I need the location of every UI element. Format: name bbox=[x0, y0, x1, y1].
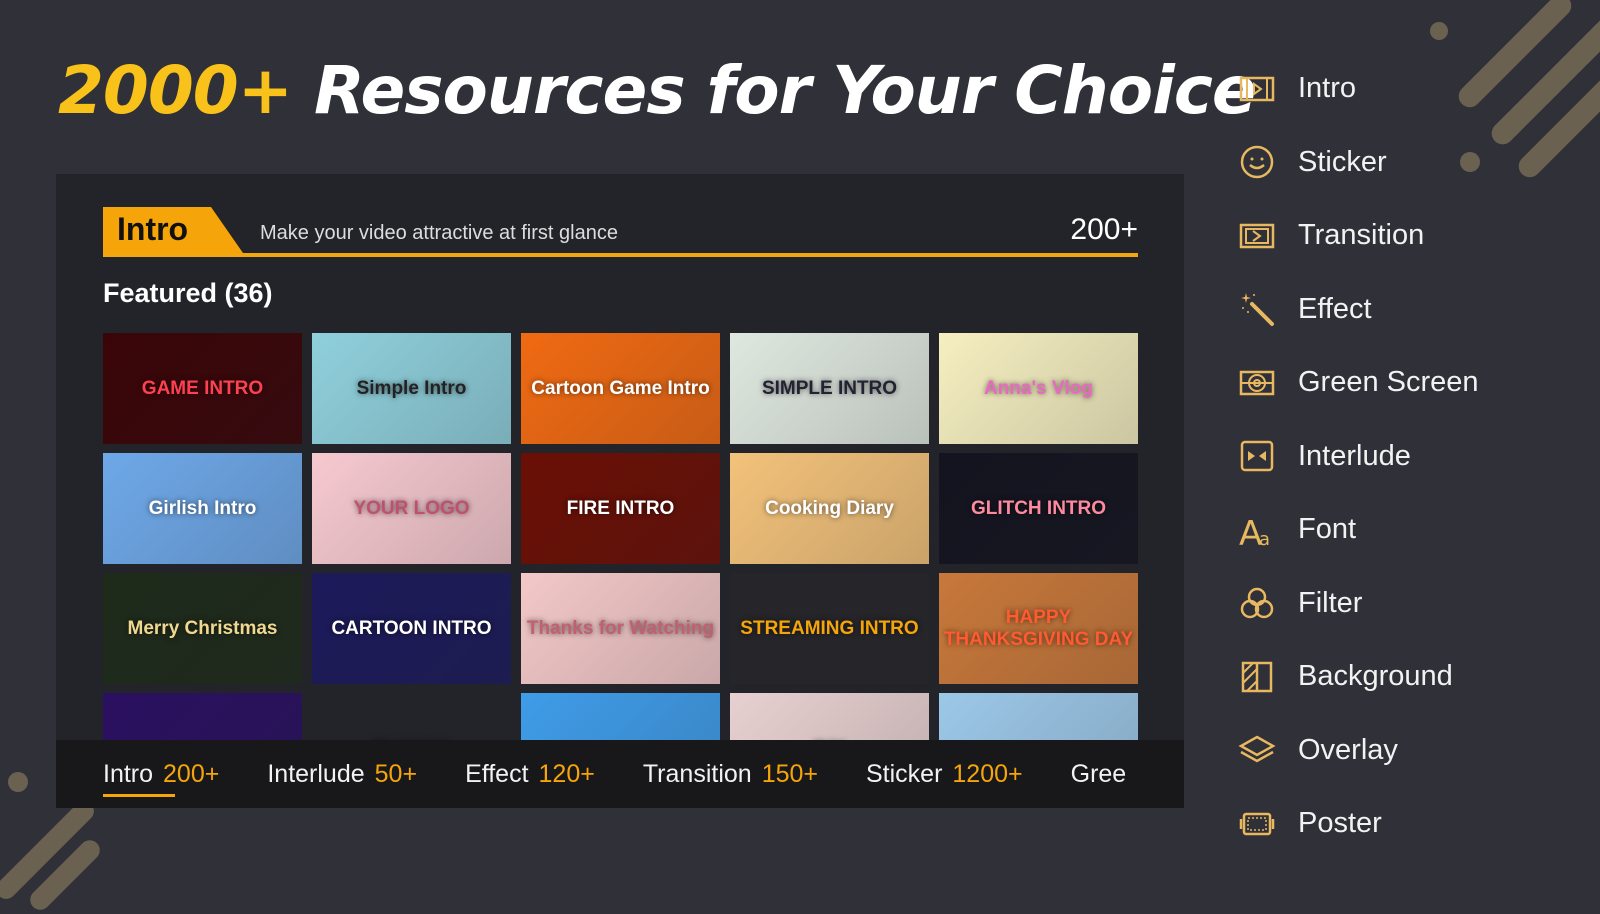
sidebar-item-label: Filter bbox=[1298, 586, 1363, 619]
decoration bbox=[8, 772, 28, 792]
tab-label: Sticker bbox=[866, 759, 943, 788]
sidebar-item-label: Green Screen bbox=[1298, 366, 1479, 399]
template-thumbnail[interactable]: STREAMING INTRO bbox=[730, 573, 929, 684]
template-thumbnail[interactable]: YOUR LOGO bbox=[312, 453, 511, 564]
background-icon bbox=[1241, 661, 1273, 692]
tab-label: Transition bbox=[642, 759, 752, 788]
thumbnail-label: YOUR LOGO bbox=[353, 497, 470, 519]
layers-icon bbox=[1238, 735, 1276, 763]
template-thumbnail[interactable]: Merry Christmas bbox=[103, 573, 302, 684]
tab-count: 50+ bbox=[374, 759, 418, 788]
sidebar-item-intro[interactable]: Intro bbox=[1238, 52, 1479, 126]
sidebar-item-green-screen[interactable]: Green Screen bbox=[1238, 346, 1479, 420]
thumbnail-label: Cartoon Game Intro bbox=[531, 377, 710, 399]
template-thumbnail[interactable]: Thanks for Watching bbox=[521, 573, 720, 684]
sidebar-item-overlay[interactable]: Overlay bbox=[1238, 714, 1479, 788]
template-thumbnail[interactable]: Anna's Vlog bbox=[939, 333, 1138, 444]
template-thumbnail[interactable]: CARTOON INTRO bbox=[312, 573, 511, 684]
template-thumbnail[interactable]: HAPPY THANKSGIVING DAY bbox=[939, 573, 1138, 684]
thumbnail-label: Merry Christmas bbox=[127, 617, 278, 639]
sidebar-item-label: Intro bbox=[1298, 72, 1357, 105]
tab-intro[interactable]: Intro 200+ bbox=[103, 759, 220, 797]
thumbnail-label: Thanks for Watching bbox=[526, 617, 715, 639]
tab-interlude[interactable]: Interlude 50+ bbox=[267, 760, 417, 789]
thumbnail-label: Anna's Vlog bbox=[983, 377, 1094, 399]
thumbnail-label: GAME INTRO bbox=[141, 377, 264, 399]
sidebar-item-label: Interlude bbox=[1298, 439, 1411, 472]
sidebar-item-label: Poster bbox=[1298, 807, 1382, 840]
tab-label: Effect bbox=[465, 759, 529, 788]
sidebar-item-interlude[interactable]: Interlude bbox=[1238, 420, 1479, 494]
sidebar-item-label: Background bbox=[1298, 660, 1453, 693]
decoration bbox=[1430, 22, 1448, 40]
template-thumbnail[interactable]: Girlish Intro bbox=[103, 453, 302, 564]
tab-effect[interactable]: Effect 120+ bbox=[465, 760, 595, 789]
svg-text:a: a bbox=[1259, 529, 1270, 549]
tab-label: Interlude bbox=[267, 759, 365, 788]
template-thumbnail[interactable]: Simple Intro bbox=[312, 333, 511, 444]
interlude-icon bbox=[1240, 441, 1274, 472]
sidebar-item-label: Overlay bbox=[1298, 733, 1398, 766]
resource-panel: Intro Make your video attractive at firs… bbox=[56, 174, 1184, 808]
sidebar-item-transition[interactable]: Transition bbox=[1238, 199, 1479, 273]
template-thumbnail[interactable]: Cartoon Game Intro bbox=[521, 333, 720, 444]
film-play-icon bbox=[1239, 76, 1275, 101]
headline: 2000+ Resources for Your Choice bbox=[58, 52, 1257, 129]
tab-count: 1200+ bbox=[952, 759, 1023, 788]
thumbnail-label: Cooking Diary bbox=[765, 497, 894, 519]
sidebar-item-label: Transition bbox=[1298, 219, 1425, 252]
template-thumbnail[interactable]: FIRE INTRO bbox=[521, 453, 720, 564]
sidebar: Intro Sticker Transition Effect Green Screen… bbox=[1238, 52, 1479, 861]
sidebar-item-label: Font bbox=[1298, 513, 1357, 546]
sidebar-item-label: Effect bbox=[1298, 292, 1372, 325]
thumbnail-label: STREAMING INTRO bbox=[740, 617, 919, 639]
tab-count: 120+ bbox=[538, 759, 595, 788]
transition-icon bbox=[1239, 223, 1275, 248]
thumbnail-label: Girlish Intro bbox=[148, 497, 257, 519]
template-thumbnail[interactable]: Cooking Diary bbox=[730, 453, 929, 564]
sidebar-item-filter[interactable]: Filter bbox=[1238, 567, 1479, 641]
thumbnail-label: Simple Intro bbox=[356, 377, 467, 399]
template-thumbnail[interactable]: GAME INTRO bbox=[103, 333, 302, 444]
tab-label: Intro bbox=[103, 759, 154, 788]
thumbnail-label: SIMPLE INTRO bbox=[761, 377, 898, 399]
template-thumbnail[interactable]: GLITCH INTRO bbox=[939, 453, 1138, 564]
category-header: Intro Make your video attractive at firs… bbox=[103, 207, 1138, 257]
sidebar-item-effect[interactable]: Effect bbox=[1238, 273, 1479, 347]
poster-icon bbox=[1239, 812, 1275, 835]
smiley-icon bbox=[1240, 146, 1274, 179]
thumbnail-label: HAPPY THANKSGIVING DAY bbox=[943, 606, 1134, 650]
category-subtitle: Make your video attractive at first glan… bbox=[260, 222, 618, 244]
tab-transition[interactable]: Transition 150+ bbox=[643, 760, 818, 789]
thumbnail-label: GLITCH INTRO bbox=[970, 497, 1107, 519]
sidebar-item-sticker[interactable]: Sticker bbox=[1238, 126, 1479, 200]
bottom-tab-bar: Intro 200+ Interlude 50+ Effect 120+ Transitio… bbox=[56, 740, 1184, 808]
tab-count: 150+ bbox=[761, 759, 818, 788]
sidebar-item-label: Sticker bbox=[1298, 145, 1387, 178]
sidebar-item-poster[interactable]: Poster bbox=[1238, 787, 1479, 861]
magic-wand-icon bbox=[1241, 293, 1274, 327]
category-count: 200+ bbox=[1070, 213, 1138, 246]
sidebar-item-background[interactable]: Background bbox=[1238, 640, 1479, 714]
thumbnail-label: CARTOON INTRO bbox=[331, 617, 492, 639]
category-tag: Intro bbox=[103, 207, 243, 253]
target-screen-icon bbox=[1239, 370, 1275, 395]
sidebar-item-font[interactable]: Aa Font bbox=[1238, 493, 1479, 567]
featured-heading: Featured (36) bbox=[103, 278, 273, 308]
filter-circles-icon bbox=[1240, 588, 1274, 619]
tab-gree[interactable]: Gree bbox=[1071, 760, 1137, 789]
thumbnail-grid: GAME INTRO Simple Intro Cartoon Game Intro… bbox=[103, 333, 1138, 804]
tab-sticker[interactable]: Sticker 1200+ bbox=[866, 760, 1023, 789]
template-thumbnail[interactable]: SIMPLE INTRO bbox=[730, 333, 929, 444]
tab-count: 200+ bbox=[163, 759, 220, 788]
font-icon: Aa bbox=[1239, 514, 1270, 549]
tab-label: Gree bbox=[1070, 759, 1127, 788]
thumbnail-label: FIRE INTRO bbox=[566, 497, 675, 519]
